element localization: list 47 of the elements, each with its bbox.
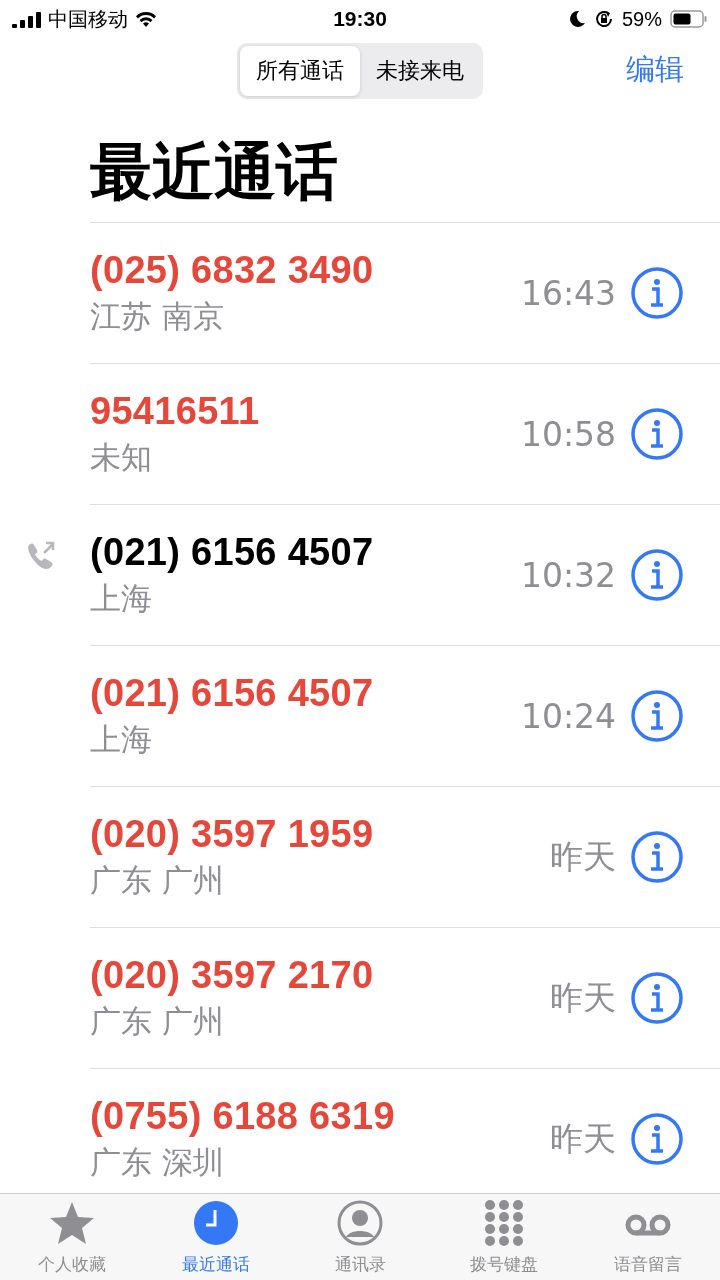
- tab-bar-item[interactable]: 通讯录: [288, 1194, 432, 1280]
- phone-number: (0755) 6188 6319: [90, 1094, 396, 1138]
- wifi-icon: [134, 10, 158, 28]
- info-icon[interactable]: [630, 548, 684, 602]
- status-time: 19:30: [333, 7, 387, 31]
- call-time: 昨天: [550, 835, 616, 878]
- info-icon[interactable]: [630, 971, 684, 1025]
- rotation-lock-icon: [593, 9, 614, 29]
- info-icon[interactable]: [630, 1112, 684, 1166]
- info-icon[interactable]: [630, 407, 684, 461]
- call-time: 10:58: [520, 414, 616, 454]
- phone-number: (021) 6156 4507: [90, 671, 375, 715]
- phone-number: (020) 3597 1959: [90, 812, 375, 856]
- battery-icon: [670, 10, 708, 28]
- call-location: 广东 广州: [90, 1001, 225, 1041]
- segment-tab[interactable]: 未接来电: [360, 46, 480, 96]
- phone-number: (021) 6156 4507: [90, 530, 375, 574]
- segment-tab[interactable]: 所有通话: [240, 46, 360, 96]
- tab-bar-item[interactable]: 个人收藏: [0, 1194, 144, 1280]
- call-location: 上海: [90, 578, 153, 618]
- page-title: 最近通话: [89, 134, 339, 210]
- call-location: 上海: [90, 719, 153, 759]
- clock-icon: [192, 1199, 240, 1247]
- edit-button[interactable]: 编辑: [626, 50, 684, 90]
- call-location: 未知: [90, 437, 153, 477]
- person-icon: [336, 1199, 384, 1247]
- call-time: 昨天: [550, 1117, 616, 1160]
- call-time: 16:43: [520, 273, 616, 313]
- tab-bar-item[interactable]: 语音留言: [576, 1194, 720, 1280]
- phone-number: (025) 6832 3490: [90, 248, 375, 292]
- tab-bar-item[interactable]: 最近通话: [144, 1194, 288, 1280]
- signal-icon: [12, 10, 42, 28]
- info-icon[interactable]: [630, 689, 684, 743]
- tab-bar-item[interactable]: 拨号键盘: [432, 1194, 576, 1280]
- call-time: 10:32: [520, 555, 616, 595]
- call-location: 江苏 南京: [90, 296, 225, 336]
- phone-number: 95416511: [90, 389, 261, 433]
- call-location: 广东 广州: [90, 860, 225, 900]
- call-time: 10:24: [520, 696, 616, 736]
- info-icon[interactable]: [630, 266, 684, 320]
- moon-icon: [567, 10, 586, 28]
- battery-percent: 59%: [621, 7, 662, 31]
- call-time: 昨天: [550, 976, 616, 1019]
- info-icon[interactable]: [630, 830, 684, 884]
- carrier-name: 中国移动: [48, 6, 128, 32]
- phone-number: (020) 3597 2170: [90, 953, 375, 997]
- call-location: 广东 深圳: [90, 1142, 225, 1182]
